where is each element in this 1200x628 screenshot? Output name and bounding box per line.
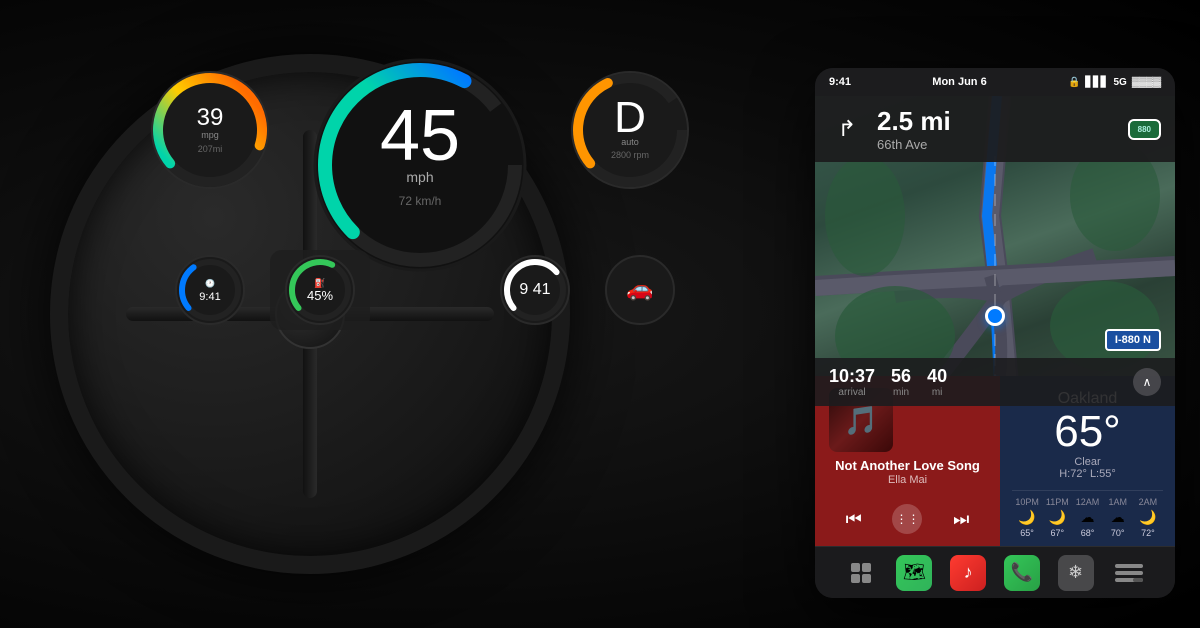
weather-hour-1: 11PM 🌙 67° [1042,497,1072,538]
svg-text:D: D [614,93,646,142]
status-right-icons: 🔒 ▋▋▋ 5G ▓▓▓▓ [1068,77,1161,88]
status-date: Mon Jun 6 [932,76,986,88]
signal-label: 5G [1113,77,1126,88]
weather-condition: Clear [1012,456,1163,468]
interstate-badge: I-880 N [1105,329,1161,351]
svg-text:2800 rpm: 2800 rpm [611,150,649,160]
time-display: 9 41 [490,250,580,330]
weather-hour-2: 12AM ☁ 68° [1072,497,1102,538]
music-info: Not Another Love Song Ella Mai [815,458,1000,486]
dock-more-button[interactable] [1111,555,1147,591]
eta-time-label: arrival [829,387,875,398]
lock-icon: 🔒 [1068,77,1080,88]
eta-time-value: 10:37 [829,366,875,387]
map-view[interactable]: ↱ 2.5 mi 66th Ave 880 I-880 N 10:37 arri… [815,96,1175,406]
music-artist: Ella Mai [815,474,1000,486]
nav-info: 2.5 mi 66th Ave [877,106,1116,152]
dock-fan-button[interactable]: ❄ [1058,555,1094,591]
location-marker [985,306,1005,326]
weather-temp: 65° [1012,408,1163,456]
eta-arrival: 10:37 arrival [829,366,875,398]
gear-gauge: D auto 2800 rpm [560,60,700,200]
weather-hour-4: 2AM 🌙 72° [1133,497,1163,538]
svg-text:45: 45 [380,96,460,176]
svg-text:39: 39 [197,104,224,131]
eta-mi-label: mi [927,387,947,398]
signal-bars: ▋▋▋ [1085,77,1108,88]
mpg-gauge: 39 mpg 207mi [140,60,280,200]
eta-min-value: 56 [891,366,911,387]
svg-text:🚗: 🚗 [626,276,653,301]
status-time: 9:41 [829,76,851,88]
freeway-badge: 880 [1128,119,1161,140]
nav-distance: 2.5 mi [877,106,1116,137]
drive-mode-gauge: 🚗 [600,250,680,330]
phone-icon: 📞 [1011,562,1033,583]
nav-street: 66th Ave [877,137,1116,152]
nav-expand-button[interactable]: ∧ [1133,368,1161,396]
next-button[interactable]: ⏭ [953,509,969,530]
weather-hourly: 10PM 🌙 65° 11PM 🌙 67° 12AM ☁ 68° 1AM ☁ 7… [1012,490,1163,538]
weather-high: H:72° [1059,468,1087,480]
svg-text:207mi: 207mi [198,144,223,154]
prev-button[interactable]: ⏮ [846,509,862,530]
svg-text:mph: mph [406,169,433,185]
grid-button[interactable]: ⋮⋮ [892,504,922,534]
svg-text:mpg: mpg [201,130,219,140]
music-controls[interactable]: ⏮ ⋮⋮ ⏭ [815,504,1000,534]
fan-icon: ❄ [1068,562,1083,583]
fuel-gauge: ⛽ 45% [270,250,370,330]
svg-text:9 41: 9 41 [519,281,550,298]
svg-text:45%: 45% [307,288,333,303]
clock-gauge: 🕐 9:41 [170,250,250,330]
dock-music-button[interactable]: ♪ [950,555,986,591]
eta-min: 56 min [891,366,911,398]
carplay-panel: 9:41 Mon Jun 6 🔒 ▋▋▋ 5G ▓▓▓▓ [815,68,1175,598]
nav-header: ↱ 2.5 mi 66th Ave 880 [815,96,1175,162]
maps-icon: 🗺 [903,562,926,583]
svg-text:🕐: 🕐 [205,278,215,288]
weather-hilo: H:72° L:55° [1012,468,1163,480]
status-bar: 9:41 Mon Jun 6 🔒 ▋▋▋ 5G ▓▓▓▓ [815,68,1175,96]
dock-phone-button[interactable]: 📞 [1004,555,1040,591]
speedometer: 45 mph 72 km/h [305,50,535,280]
dock-maps-button[interactable]: 🗺 [896,555,932,591]
nav-bottom-bar[interactable]: 10:37 arrival 56 min 40 mi ∧ [815,358,1175,406]
svg-text:72 km/h: 72 km/h [399,194,442,208]
dock-home-button[interactable] [843,555,879,591]
music-title: Not Another Love Song [815,458,1000,473]
battery-icon: ▓▓▓▓ [1132,77,1161,88]
weather-low: L:55° [1090,468,1116,480]
svg-text:⛽: ⛽ [314,277,325,288]
music-icon: ♪ [964,562,973,583]
weather-hour-3: 1AM ☁ 70° [1103,497,1133,538]
svg-text:auto: auto [621,137,639,147]
eta-mi-value: 40 [927,366,947,387]
weather-hour-0: 10PM 🌙 65° [1012,497,1042,538]
carplay-dock[interactable]: 🗺 ♪ 📞 ❄ [815,546,1175,598]
eta-min-label: min [891,387,911,398]
dashboard-cluster: 39 mpg 207mi 45 mph 72 km/h [130,50,710,350]
eta-info: 10:37 arrival 56 min 40 mi [829,366,947,398]
eta-distance: 40 mi [927,366,947,398]
svg-text:9:41: 9:41 [199,291,220,303]
turn-arrow: ↱ [829,111,865,147]
